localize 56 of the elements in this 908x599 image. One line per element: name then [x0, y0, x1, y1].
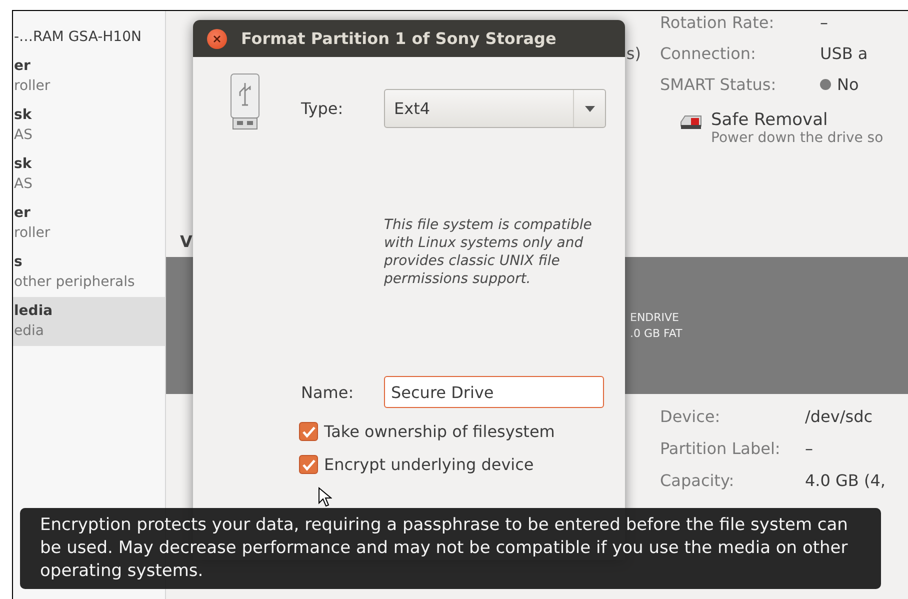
- drive-description: other peripherals: [14, 273, 136, 292]
- status-dot-icon: [820, 79, 831, 90]
- info-value: –: [805, 438, 814, 458]
- drive-description: roller: [14, 224, 52, 243]
- info-label: SMART Status:: [660, 75, 778, 94]
- tooltip: Encryption protects your data, requiring a passphrase to be entered before the file system can be used. May decrease performance and may not be compatible if you use the media on other operating systems.: [20, 508, 881, 589]
- info-value: No: [820, 75, 908, 94]
- checkbox[interactable]: [299, 455, 318, 474]
- close-icon: [213, 34, 221, 42]
- sidebar-item[interactable]: ledia edia: [13, 297, 165, 346]
- drive-name: ledia: [14, 302, 54, 321]
- drive-description: roller: [14, 77, 52, 96]
- checkbox-label: Encrypt underlying device: [324, 455, 534, 474]
- label-fragment: s): [626, 44, 641, 63]
- mouse-pointer-icon: [318, 487, 332, 507]
- info-label: Capacity:: [660, 470, 736, 490]
- volume-detail: .0 GB FAT: [630, 326, 684, 342]
- info-label: Rotation Rate:: [660, 13, 776, 32]
- sidebar-item[interactable]: er roller: [13, 199, 165, 248]
- info-value: –: [820, 13, 829, 32]
- dropdown-arrow-icon: [584, 106, 594, 112]
- filesystem-description: This file system is compatible with Linux systems only and provides classic UNIX file permissions support.: [384, 216, 593, 288]
- sidebar-item[interactable]: s other peripherals: [13, 248, 165, 297]
- close-button[interactable]: [207, 28, 227, 48]
- usb-drive-icon: [229, 73, 261, 131]
- sidebar-item[interactable]: er roller: [13, 52, 165, 101]
- info-label: Partition Label:: [660, 438, 782, 458]
- drive-name: sk: [14, 106, 33, 125]
- drive-eject-icon: [679, 114, 703, 130]
- drive-name: sk: [14, 155, 33, 174]
- drive-name: s: [14, 253, 24, 272]
- sidebar-item[interactable]: sk AS: [13, 101, 165, 150]
- name-label: Name:: [301, 382, 355, 402]
- info-value: 4.0 GB (4,: [805, 470, 886, 490]
- volume-name: ENDRIVE: [630, 310, 680, 326]
- drive-name: er: [14, 204, 32, 223]
- sidebar-item[interactable]: sk AS: [13, 150, 165, 199]
- section-heading: V: [180, 232, 192, 251]
- drive-name: -…RAM GSA-H10N: [14, 28, 142, 47]
- info-value: USB a: [820, 44, 869, 63]
- drive-description: AS: [14, 175, 34, 194]
- safe-removal-title[interactable]: Safe Removal: [711, 110, 884, 130]
- dialog-title: Format Partition 1 of Sony Storage: [241, 29, 556, 48]
- name-field[interactable]: Secure Drive: [384, 376, 604, 408]
- checkbox-label: Take ownership of filesystem: [324, 422, 555, 441]
- sidebar-item[interactable]: -…RAM GSA-H10N: [13, 23, 165, 52]
- type-label: Type:: [301, 99, 344, 118]
- drive-description: AS: [14, 126, 34, 145]
- info-label: Connection:: [660, 44, 757, 63]
- drive-description: edia: [14, 322, 45, 341]
- drive-name: er: [14, 57, 32, 76]
- type-dropdown[interactable]: Ext4: [384, 89, 606, 128]
- checkbox[interactable]: [299, 422, 318, 441]
- info-value: /dev/sdc: [805, 406, 874, 426]
- safe-removal-description: Power down the drive so: [711, 130, 884, 146]
- info-label: Device:: [660, 406, 722, 426]
